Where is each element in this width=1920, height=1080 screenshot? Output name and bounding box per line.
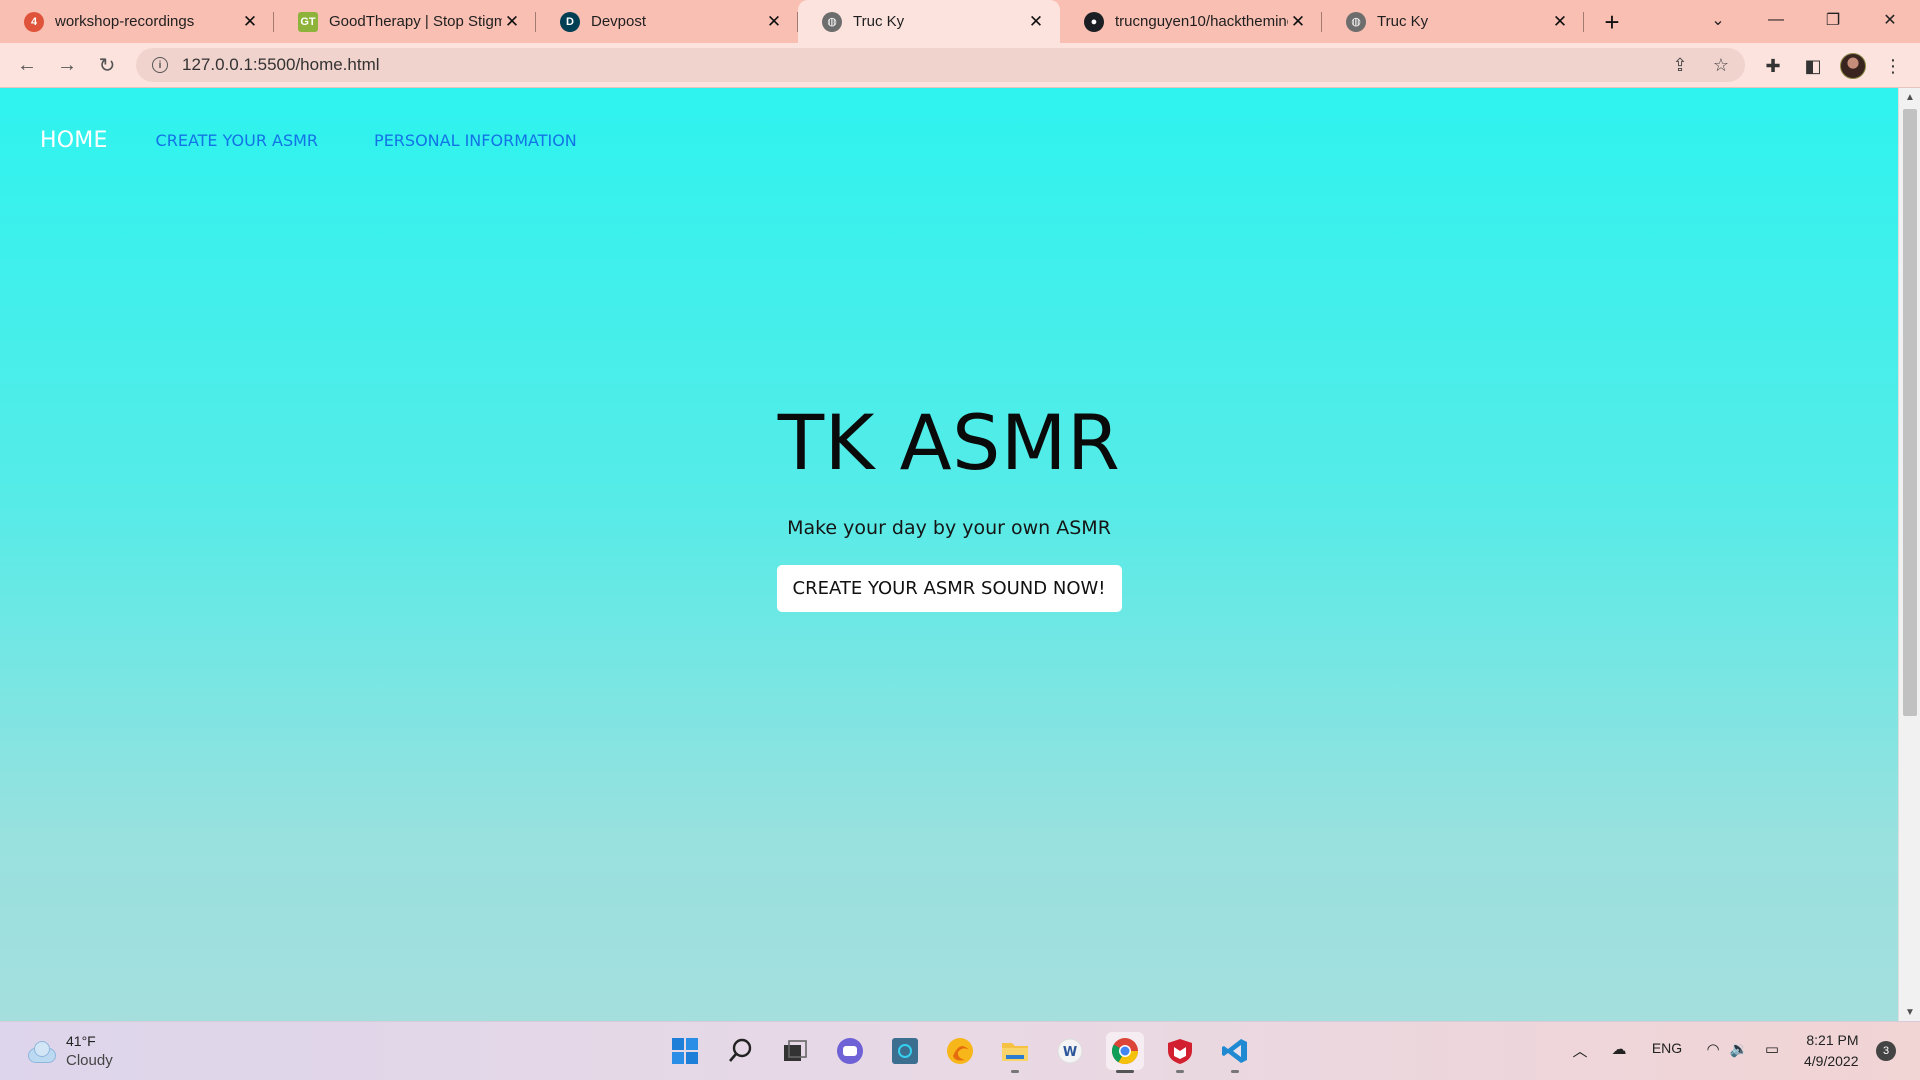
- tab-label: workshop-recordings: [55, 13, 195, 30]
- browser-tab-strip: 4 workshop-recordings ✕ GT GoodTherapy |…: [0, 0, 1920, 43]
- windows-taskbar: 41°F Cloudy W ︿ ☁ ENG ◠ 🔉 ▭ 8:21 PM 4/9/…: [0, 1021, 1920, 1080]
- teams-chat-icon[interactable]: [831, 1032, 869, 1070]
- devpost-icon: D: [560, 11, 580, 32]
- tab-label: Truc Ky: [1377, 13, 1429, 30]
- mcafee-shield-icon[interactable]: [1161, 1032, 1199, 1073]
- tab-search-chevron-icon[interactable]: ⌄: [1690, 0, 1746, 40]
- search-icon[interactable]: [721, 1032, 759, 1070]
- app-icon-blue[interactable]: [886, 1032, 924, 1070]
- site-info-icon[interactable]: i: [152, 57, 168, 73]
- clock-time: 8:21 PM: [1806, 1032, 1859, 1048]
- forward-button[interactable]: →: [52, 50, 82, 80]
- close-icon[interactable]: ✕: [240, 12, 260, 32]
- hero-section: TK ASMR Make your day by your own ASMR C…: [0, 398, 1898, 612]
- hero-title: TK ASMR: [777, 398, 1121, 487]
- close-icon[interactable]: ✕: [1550, 12, 1570, 32]
- svg-text:W: W: [1063, 1045, 1077, 1060]
- url-text: 127.0.0.1:5500/home.html: [182, 55, 380, 74]
- browser-tab[interactable]: ◍ Truc Ky ✕: [1322, 0, 1584, 43]
- reload-button[interactable]: ↻: [92, 50, 122, 80]
- bookmark-star-icon[interactable]: ☆: [1710, 54, 1732, 76]
- address-bar[interactable]: i 127.0.0.1:5500/home.html ⇪ ☆: [136, 48, 1745, 82]
- vscode-icon[interactable]: [1216, 1032, 1254, 1073]
- browser-toolbar: ← → ↻ i 127.0.0.1:5500/home.html ⇪ ☆ ✚ ◧…: [0, 43, 1920, 88]
- running-indicator: [1231, 1070, 1239, 1073]
- edge-browser-icon[interactable]: [941, 1032, 979, 1070]
- nav-create-asmr-link[interactable]: CREATE YOUR ASMR: [156, 131, 319, 150]
- extensions-puzzle-icon[interactable]: ✚: [1760, 53, 1786, 79]
- running-indicator: [1011, 1070, 1019, 1073]
- window-close-button[interactable]: ✕: [1862, 0, 1918, 40]
- goodtherapy-icon: GT: [298, 11, 318, 32]
- nav-personal-information-link[interactable]: PERSONAL INFORMATION: [374, 131, 577, 150]
- page-viewport: HOME CREATE YOUR ASMR PERSONAL INFORMATI…: [0, 88, 1898, 1021]
- system-clock[interactable]: 8:21 PM 4/9/2022: [1804, 1030, 1859, 1072]
- close-icon[interactable]: ✕: [1288, 12, 1308, 32]
- share-icon[interactable]: ⇪: [1669, 54, 1691, 76]
- hero-subtitle: Make your day by your own ASMR: [787, 517, 1111, 539]
- back-button[interactable]: ←: [12, 50, 42, 80]
- notification-badge[interactable]: 3: [1876, 1041, 1896, 1061]
- tab-label: Devpost: [591, 13, 647, 30]
- volume-icon[interactable]: 🔉: [1728, 1040, 1750, 1058]
- language-indicator[interactable]: ENG: [1650, 1040, 1684, 1056]
- globe-icon: ◍: [1346, 11, 1366, 32]
- chrome-browser-icon[interactable]: [1106, 1032, 1144, 1073]
- cloudy-weather-icon: [24, 1040, 56, 1063]
- browser-tab-active[interactable]: ◍ Truc Ky ✕: [798, 0, 1060, 43]
- close-icon[interactable]: ✕: [502, 12, 522, 32]
- new-tab-button[interactable]: +: [1597, 7, 1627, 37]
- clock-date: 4/9/2022: [1804, 1053, 1859, 1069]
- browser-tab[interactable]: ● trucnguyen10/hackthemind ✕: [1060, 0, 1322, 43]
- running-indicator: [1116, 1070, 1134, 1073]
- nav-home-link[interactable]: HOME: [40, 128, 108, 153]
- browser-tab[interactable]: GT GoodTherapy | Stop Stigma ✕: [274, 0, 536, 43]
- weather-description: Cloudy: [66, 1052, 113, 1069]
- close-icon[interactable]: ✕: [764, 12, 784, 32]
- close-icon[interactable]: ✕: [1026, 12, 1046, 32]
- tab-label: GoodTherapy | Stop Stigma: [329, 13, 502, 30]
- browser-tab[interactable]: D Devpost ✕: [536, 0, 798, 43]
- browser-tab[interactable]: 4 workshop-recordings ✕: [0, 0, 274, 43]
- word-app-icon[interactable]: W: [1051, 1032, 1089, 1070]
- side-panel-icon[interactable]: ◧: [1800, 53, 1826, 79]
- site-nav: HOME CREATE YOUR ASMR PERSONAL INFORMATI…: [40, 128, 633, 153]
- profile-avatar[interactable]: [1840, 53, 1866, 79]
- scroll-up-arrow-icon[interactable]: ▲: [1899, 88, 1920, 106]
- create-asmr-sound-button[interactable]: CREATE YOUR ASMR SOUND NOW!: [776, 565, 1122, 612]
- windows-start-icon[interactable]: [666, 1032, 704, 1070]
- scroll-down-arrow-icon[interactable]: ▼: [1899, 1003, 1920, 1021]
- onedrive-cloud-icon[interactable]: ☁: [1608, 1040, 1630, 1058]
- scrollbar-thumb[interactable]: [1903, 109, 1917, 716]
- file-explorer-icon[interactable]: [996, 1032, 1034, 1073]
- show-hidden-icons-chevron-icon[interactable]: ︿: [1570, 1040, 1590, 1061]
- kebab-menu-icon[interactable]: ⋮: [1880, 53, 1906, 79]
- battery-icon[interactable]: ▭: [1760, 1040, 1784, 1058]
- minimize-button[interactable]: —: [1748, 0, 1804, 40]
- page-scrollbar[interactable]: ▲ ▼: [1898, 88, 1920, 1021]
- google-photos-icon: 4: [24, 11, 44, 32]
- restore-button[interactable]: ❐: [1805, 0, 1861, 40]
- weather-widget[interactable]: 41°F Cloudy: [24, 1032, 113, 1070]
- running-indicator: [1176, 1070, 1184, 1073]
- weather-temperature: 41°F: [66, 1033, 96, 1049]
- task-view-icon[interactable]: [776, 1032, 814, 1070]
- tab-label: Truc Ky: [853, 13, 905, 30]
- github-icon: ●: [1084, 11, 1104, 32]
- wifi-icon[interactable]: ◠: [1702, 1040, 1724, 1058]
- tab-divider: [1583, 12, 1584, 32]
- globe-icon: ◍: [822, 11, 842, 32]
- tab-label: trucnguyen10/hackthemind: [1115, 13, 1288, 30]
